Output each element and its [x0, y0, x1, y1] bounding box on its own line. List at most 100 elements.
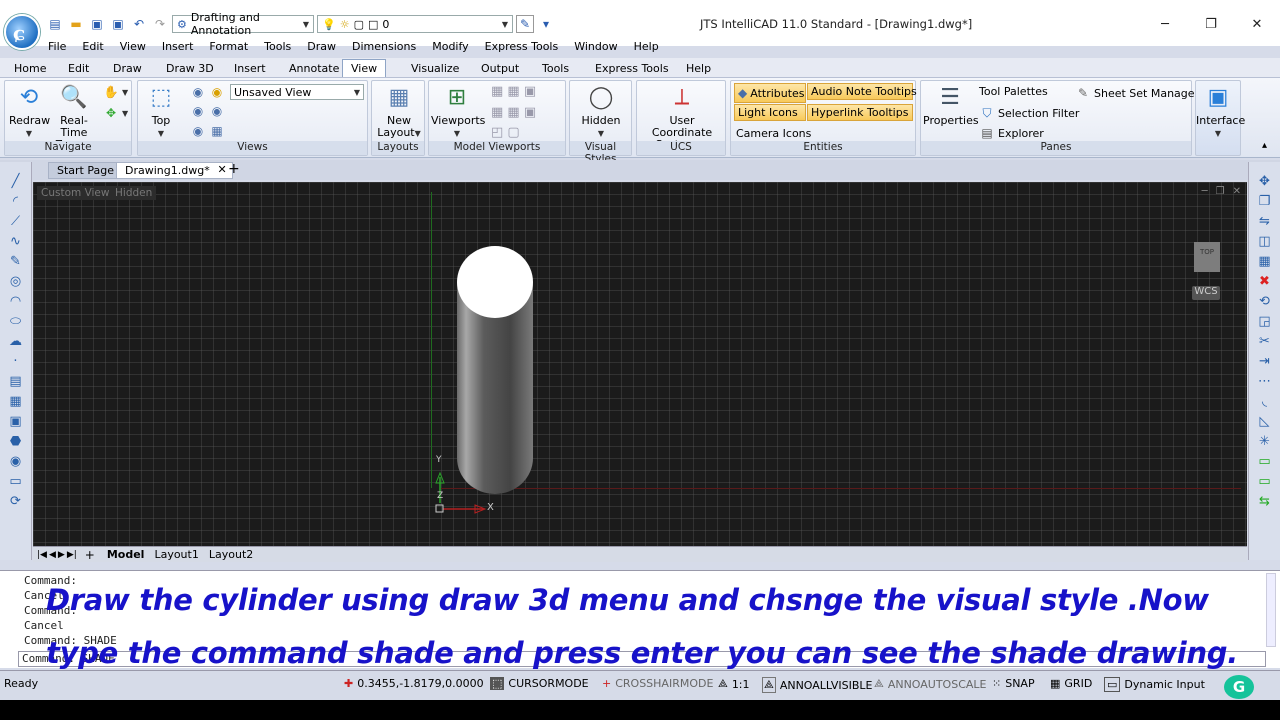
edit-tool-icon[interactable]: ⇆: [1255, 493, 1275, 510]
viewport-tools[interactable]: ▦ ▦ ▣: [491, 84, 536, 99]
coordinates-display[interactable]: ✚ 0.3455,-1.8179,0.0000: [344, 677, 484, 690]
tab-layout2[interactable]: Layout2: [205, 548, 257, 561]
tab-view[interactable]: View: [342, 59, 387, 77]
properties-button[interactable]: ☰ Properties: [923, 83, 979, 127]
save-as-icon[interactable]: ▣: [109, 15, 127, 33]
target-tool-icon[interactable]: ◉: [6, 453, 26, 470]
tab-edit[interactable]: Edit: [68, 60, 89, 78]
pan-button[interactable]: ✋ ▼: [103, 84, 129, 100]
view-cube[interactable]: TOP: [1194, 242, 1220, 272]
fillet-tool-icon[interactable]: ◟: [1255, 393, 1275, 410]
break-tool-icon[interactable]: ⋯: [1255, 373, 1275, 390]
tab-tools[interactable]: Tools: [542, 60, 569, 78]
menu-view[interactable]: View: [112, 40, 154, 53]
drawing-canvas[interactable]: Custom View Hidden ─ ❐ ✕ Y Z X TOP WCS: [33, 182, 1247, 546]
grammarly-icon[interactable]: G: [1224, 675, 1254, 699]
hyperlink-toggle[interactable]: Hyperlink Tooltips: [807, 104, 913, 121]
offset-tool-icon[interactable]: ◫: [1255, 233, 1275, 250]
layer-dropdown[interactable]: 💡 ☼ ▢ □ 0 ▼: [317, 15, 513, 33]
view-tool-2[interactable]: ◉ ◉: [190, 103, 225, 119]
close-icon[interactable]: ✕: [217, 163, 226, 176]
line-tool-icon[interactable]: ╱: [6, 173, 26, 190]
menu-format[interactable]: Format: [201, 40, 256, 53]
menu-modify[interactable]: Modify: [424, 40, 476, 53]
mirror-tool-icon[interactable]: ⇋: [1255, 213, 1275, 230]
cursormode-toggle[interactable]: ⬚ CURSORMODE: [490, 677, 589, 690]
spline-tool-icon[interactable]: ∿: [6, 233, 26, 250]
camera-icons-toggle[interactable]: Camera Icons: [736, 127, 811, 140]
annoallvisible-toggle[interactable]: ⟁ ANNOALLVISIBLE: [762, 677, 872, 693]
stretch-tool-icon[interactable]: ▭: [1255, 453, 1275, 470]
rotate-tool-icon[interactable]: ⟲: [1255, 293, 1275, 310]
interface-button[interactable]: ▣ Interface ▼: [1196, 83, 1245, 140]
tab-annotate[interactable]: Annotate: [289, 60, 339, 78]
view-tool-1[interactable]: ◉ ◉: [190, 84, 225, 100]
tab-home[interactable]: Home: [14, 60, 46, 78]
selection-filter-button[interactable]: ⛉ Selection Filter: [979, 105, 1079, 121]
tab-layout1[interactable]: Layout1: [150, 548, 202, 561]
hidden-style-button[interactable]: ◯ Hidden ▼: [572, 83, 630, 140]
refresh-tool-icon[interactable]: ⟳: [6, 493, 26, 510]
tab-draw-3d[interactable]: Draw 3D: [166, 60, 214, 78]
viewport-tools-3[interactable]: ◰ ▢: [491, 125, 520, 140]
minimize-icon[interactable]: ─: [1142, 14, 1188, 34]
sheet-set-button[interactable]: ✎ Sheet Set Manager: [1075, 85, 1199, 101]
circle-tool-icon[interactable]: ◎: [6, 273, 26, 290]
undo-icon[interactable]: ↶: [130, 15, 148, 33]
menu-tools[interactable]: Tools: [256, 40, 299, 53]
open-folder-icon[interactable]: ▬: [67, 15, 85, 33]
next-layout-icon[interactable]: ▶: [58, 550, 65, 560]
close-icon[interactable]: ✕: [1234, 14, 1280, 34]
audio-note-toggle[interactable]: Audio Note Tooltips: [807, 83, 917, 100]
app-logo-icon[interactable]: ɕ: [4, 14, 40, 50]
new-layout-button[interactable]: ▦ New Layout▼: [374, 83, 424, 140]
light-icons-toggle[interactable]: Light Icons: [734, 104, 806, 121]
trim-tool-icon[interactable]: ✂: [1255, 333, 1275, 350]
block-tool-icon[interactable]: ⬣: [6, 433, 26, 450]
table-tool-icon[interactable]: ▭: [6, 473, 26, 490]
visual-style-label[interactable]: Hidden: [111, 186, 157, 200]
tab-visualize[interactable]: Visualize: [411, 60, 459, 78]
tab-output[interactable]: Output: [481, 60, 519, 78]
wcs-button[interactable]: WCS: [1192, 286, 1220, 300]
close-icon[interactable]: ✕: [1233, 186, 1241, 197]
tab-draw[interactable]: Draw: [113, 60, 142, 78]
view-tool-3[interactable]: ◉ ▦: [190, 123, 225, 139]
view-name-label[interactable]: Custom View: [37, 186, 114, 200]
workspace-dropdown[interactable]: ⚙ Drafting and Annotation ▼: [172, 11, 314, 37]
arc-tool-icon[interactable]: ◜: [6, 193, 26, 210]
menu-insert[interactable]: Insert: [154, 40, 202, 53]
explorer-button[interactable]: ▤ Explorer: [979, 125, 1043, 141]
command-scrollbar[interactable]: [1266, 573, 1276, 647]
copy-tool-icon[interactable]: ❐: [1255, 193, 1275, 210]
join-tool-icon[interactable]: ▭: [1255, 473, 1275, 490]
hatch-tool-icon[interactable]: ▤: [6, 373, 26, 390]
scale-tool-icon[interactable]: ◲: [1255, 313, 1275, 330]
grid-toggle[interactable]: ▦ GRID: [1050, 677, 1092, 690]
minimize-icon[interactable]: ─: [1202, 186, 1208, 197]
chamfer-tool-icon[interactable]: ◺: [1255, 413, 1275, 430]
restore-icon[interactable]: ❐: [1188, 14, 1234, 34]
menu-express-tools[interactable]: Express Tools: [477, 40, 567, 53]
freehand-tool-icon[interactable]: ✎: [6, 253, 26, 270]
ribbon-collapse-icon[interactable]: ▴: [1262, 140, 1267, 151]
viewport-tools-2[interactable]: ▦ ▦ ▣: [491, 105, 536, 120]
annoautoscale-toggle[interactable]: ⟁ ANNOAUTOSCALE: [874, 677, 986, 691]
menu-window[interactable]: Window: [566, 40, 625, 53]
region-tool-icon[interactable]: ▦: [6, 393, 26, 410]
tab-help[interactable]: Help: [686, 60, 711, 78]
save-icon[interactable]: ▣: [88, 15, 106, 33]
add-tab-icon[interactable]: +: [228, 161, 240, 177]
polyline-tool-icon[interactable]: ⟋: [6, 213, 26, 230]
top-view-button[interactable]: ⬚ Top ▼: [142, 83, 180, 140]
menu-dimensions[interactable]: Dimensions: [344, 40, 424, 53]
menu-edit[interactable]: Edit: [74, 40, 111, 53]
redraw-button[interactable]: ⟲ Redraw ▼: [9, 83, 50, 140]
redo-icon[interactable]: ↷: [151, 15, 169, 33]
array-tool-icon[interactable]: ▦: [1255, 253, 1275, 270]
boundary-tool-icon[interactable]: ▣: [6, 413, 26, 430]
extend-tool-icon[interactable]: ⇥: [1255, 353, 1275, 370]
explode-tool-icon[interactable]: ✳: [1255, 433, 1275, 450]
match-properties-icon[interactable]: ✎: [516, 15, 534, 33]
customize-qat-icon[interactable]: ▾: [537, 15, 555, 33]
